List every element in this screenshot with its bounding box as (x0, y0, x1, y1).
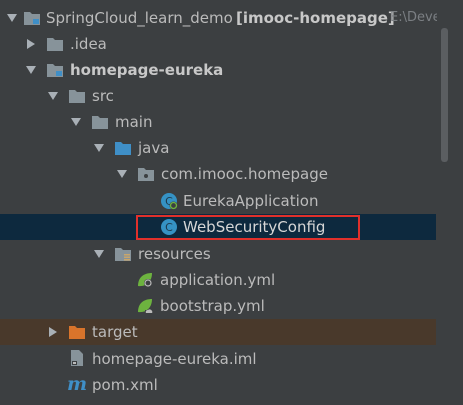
package-icon (137, 165, 155, 183)
module-folder-icon (23, 9, 41, 27)
expand-arrow-icon[interactable] (92, 141, 106, 155)
project-tree: SpringCloud_learn_demo [imooc-homepage] … (0, 0, 463, 405)
expand-arrow-icon[interactable] (24, 63, 38, 77)
tree-row-iml[interactable]: homepage-eureka.iml (0, 346, 436, 372)
expand-arrow-icon[interactable] (92, 247, 106, 261)
tree-row-homepage-eureka[interactable]: homepage-eureka (0, 57, 436, 83)
root-project-name: SpringCloud_learn_demo (46, 9, 233, 27)
highlight-annotation-box (136, 215, 360, 240)
collapse-arrow-icon[interactable] (24, 37, 38, 51)
tree-item-label: bootstrap.yml (160, 297, 265, 315)
tree-item-label: .idea (70, 35, 107, 53)
tree-row-pom[interactable]: m pom.xml (0, 372, 436, 398)
tree-row-bootstrap-yml[interactable]: bootstrap.yml (0, 293, 436, 319)
tree-item-label: homepage-eureka (70, 61, 224, 79)
tree-item-label: application.yml (160, 271, 276, 289)
tree-item-label: src (92, 87, 114, 105)
tree-row-target[interactable]: target (0, 319, 436, 345)
tree-row-java[interactable]: java (0, 135, 436, 161)
folder-icon (46, 35, 64, 53)
tree-item-label: target (92, 323, 138, 341)
folder-icon (91, 113, 109, 131)
spring-yml-icon (136, 297, 154, 315)
tree-item-label: pom.xml (92, 376, 158, 394)
tree-row-src[interactable]: src (0, 83, 436, 109)
module-folder-icon (46, 61, 64, 79)
tree-item-label: resources (138, 245, 211, 263)
spring-yml-icon (136, 271, 154, 289)
excluded-folder-icon (68, 323, 86, 341)
maven-icon: m (66, 373, 88, 395)
expand-arrow-icon[interactable] (69, 115, 83, 129)
expand-arrow-icon[interactable] (5, 11, 19, 25)
tree-row-idea[interactable]: .idea (0, 31, 436, 57)
spring-boot-class-icon: C (160, 192, 178, 210)
vertical-scrollbar-thumb[interactable] (441, 28, 448, 162)
tree-item-label: homepage-eureka.iml (92, 350, 257, 368)
resources-folder-icon (114, 245, 132, 263)
tree-row-resources[interactable]: resources (0, 241, 436, 267)
tree-row-application-yml[interactable]: application.yml (0, 267, 436, 293)
tree-row-root[interactable]: SpringCloud_learn_demo [imooc-homepage] … (0, 5, 452, 31)
tree-row-package[interactable]: com.imooc.homepage (0, 161, 436, 187)
expand-arrow-icon[interactable] (46, 89, 60, 103)
tree-item-label: EurekaApplication (183, 192, 319, 210)
collapse-arrow-icon[interactable] (46, 325, 60, 339)
expand-arrow-icon[interactable] (115, 167, 129, 181)
tree-item-label: main (115, 113, 153, 131)
source-folder-icon (114, 139, 132, 157)
tree-row-main[interactable]: main (0, 109, 436, 135)
tree-item-label: com.imooc.homepage (161, 165, 328, 183)
tree-row-eureka-application[interactable]: C EurekaApplication (0, 188, 436, 214)
tree-item-label: java (138, 139, 170, 157)
iml-file-icon (68, 349, 86, 367)
root-module-name: [imooc-homepage] (236, 9, 395, 27)
folder-icon (68, 87, 86, 105)
